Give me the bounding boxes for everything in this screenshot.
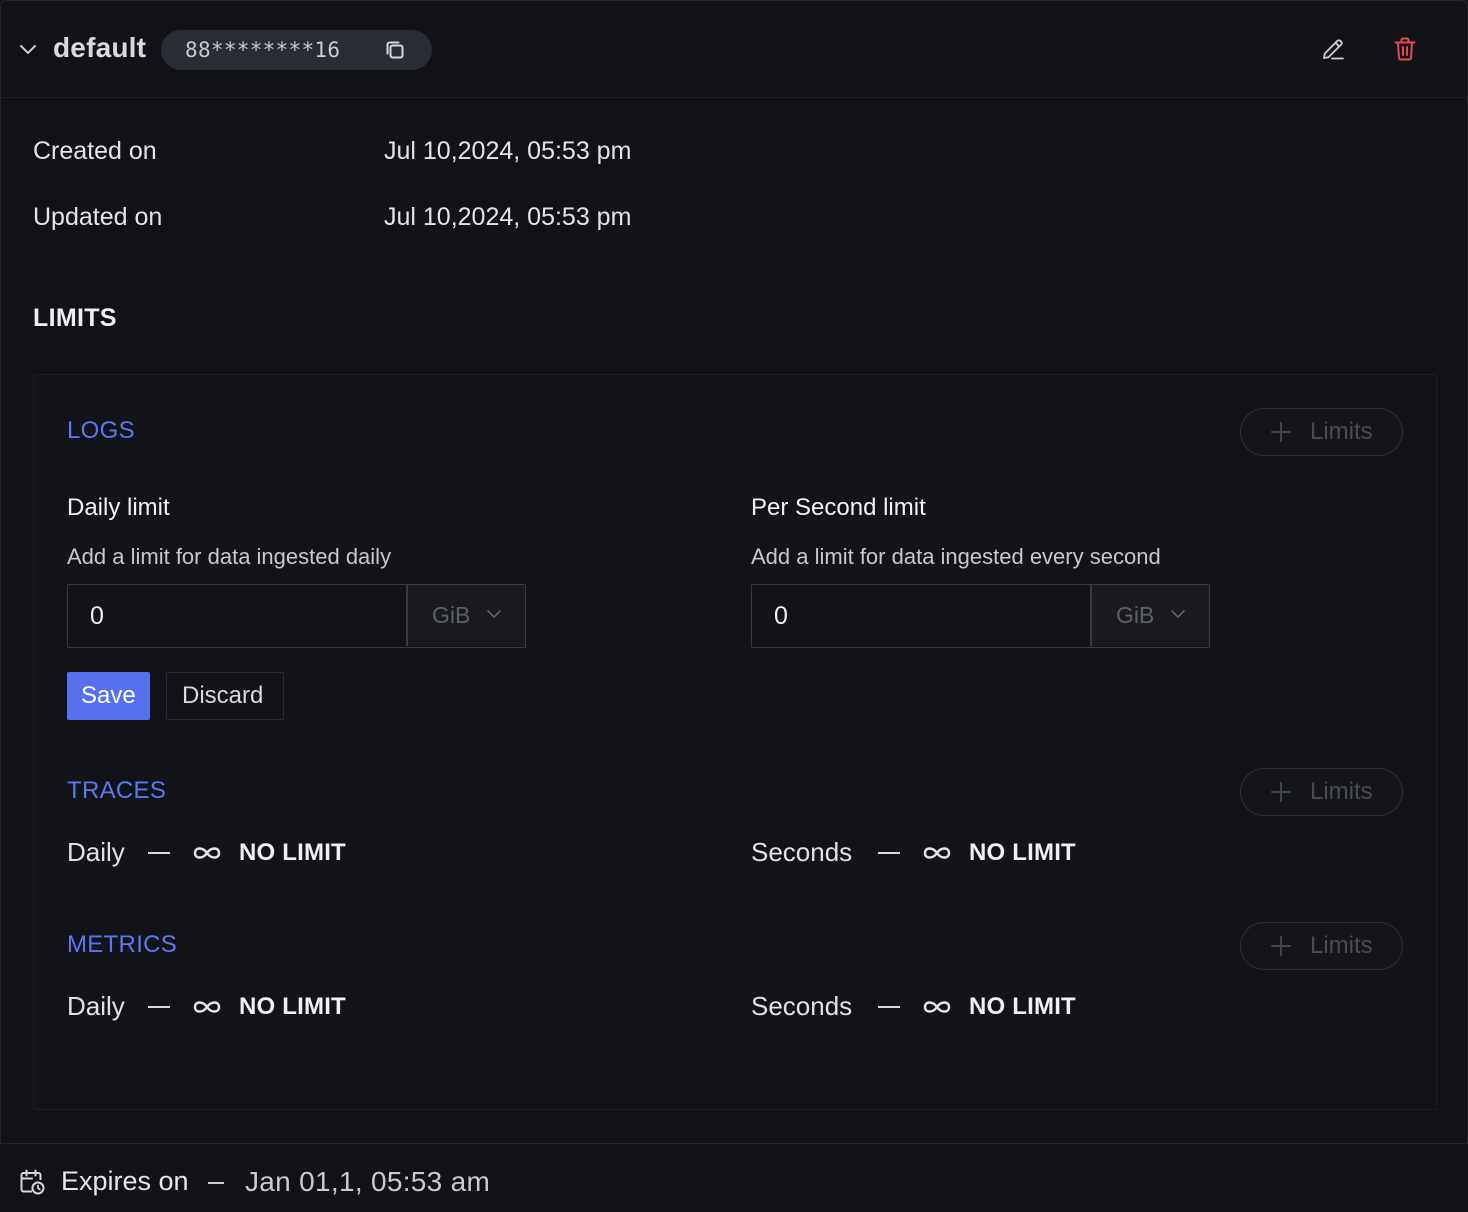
- traces-section-title: TRACES: [67, 777, 167, 804]
- masked-key-value: 88********16: [185, 38, 341, 62]
- per-second-limit-value: 0: [774, 602, 788, 630]
- masked-key-pill: 88********16: [161, 30, 432, 70]
- traces-seconds-label: Seconds: [751, 837, 853, 867]
- updated-on-value: Jul 10,2024, 05:53 pm: [384, 203, 632, 231]
- per-second-limit-description: Add a limit for data ingested every seco…: [751, 544, 1161, 569]
- plus-icon: [1271, 936, 1291, 956]
- discard-button[interactable]: Discard: [166, 672, 284, 720]
- trash-icon[interactable]: [1391, 35, 1419, 63]
- metrics-daily-value: NO LIMIT: [239, 993, 346, 1020]
- add-logs-limits-button[interactable]: Limits: [1240, 408, 1403, 456]
- dash-separator: [208, 1182, 224, 1184]
- dash-separator: [148, 852, 170, 854]
- plus-icon: [1271, 782, 1291, 802]
- infinity-icon: [193, 1001, 221, 1013]
- per-second-limit-title: Per Second limit: [751, 494, 926, 521]
- limits-heading: LIMITS: [33, 304, 117, 332]
- traces-daily-value: NO LIMIT: [239, 839, 346, 866]
- add-limits-label: Limits: [1310, 778, 1373, 805]
- dash-separator: [878, 852, 900, 854]
- save-button[interactable]: Save: [67, 672, 150, 720]
- daily-limit-input[interactable]: 0 GiB: [67, 584, 526, 648]
- save-button-label: Save: [81, 682, 136, 709]
- edit-pencil-icon[interactable]: [1319, 35, 1347, 63]
- add-limits-label: Limits: [1310, 418, 1373, 445]
- logs-section-title: LOGS: [67, 417, 135, 444]
- chevron-down-icon[interactable]: [16, 37, 40, 61]
- daily-limit-title: Daily limit: [67, 494, 170, 521]
- card-header: default 88********16: [0, 0, 1468, 98]
- add-traces-limits-button[interactable]: Limits: [1240, 768, 1403, 816]
- dash-separator: [148, 1006, 170, 1008]
- metrics-section-title: METRICS: [67, 931, 178, 958]
- expires-on-label: Expires on: [61, 1166, 189, 1196]
- metrics-seconds-value: NO LIMIT: [969, 993, 1076, 1020]
- calendar-clock-icon: [20, 1169, 45, 1195]
- infinity-icon: [923, 1001, 951, 1013]
- add-metrics-limits-button[interactable]: Limits: [1240, 922, 1403, 970]
- discard-button-label: Discard: [182, 682, 264, 709]
- plus-icon: [1271, 422, 1291, 442]
- daily-limit-description: Add a limit for data ingested daily: [67, 544, 392, 569]
- traces-seconds-value: NO LIMIT: [969, 839, 1076, 866]
- daily-unit-value: GiB: [432, 602, 471, 628]
- created-on-value: Jul 10,2024, 05:53 pm: [384, 137, 632, 165]
- infinity-icon: [923, 847, 951, 859]
- infinity-icon: [193, 847, 221, 859]
- metrics-seconds-label: Seconds: [751, 991, 853, 1021]
- per-second-unit-value: GiB: [1116, 602, 1155, 628]
- expires-on-value: Jan 01,1, 05:53 am: [245, 1166, 491, 1197]
- copy-icon[interactable]: [383, 38, 407, 62]
- key-name: default: [53, 32, 147, 63]
- metrics-daily-label: Daily: [67, 991, 125, 1021]
- per-second-limit-input[interactable]: 0 GiB: [751, 584, 1210, 648]
- daily-limit-value: 0: [90, 602, 104, 630]
- daily-unit-select[interactable]: GiB: [408, 585, 525, 646]
- card-footer: Expires on Jan 01,1, 05:53 am: [0, 1143, 1468, 1212]
- updated-on-label: Updated on: [33, 203, 163, 231]
- per-second-unit-select[interactable]: GiB: [1092, 585, 1209, 646]
- add-limits-label: Limits: [1310, 932, 1373, 959]
- created-on-label: Created on: [33, 137, 157, 165]
- chevron-down-icon: [487, 610, 501, 618]
- traces-daily-label: Daily: [67, 837, 125, 867]
- dash-separator: [878, 1006, 900, 1008]
- chevron-down-icon: [1171, 610, 1185, 618]
